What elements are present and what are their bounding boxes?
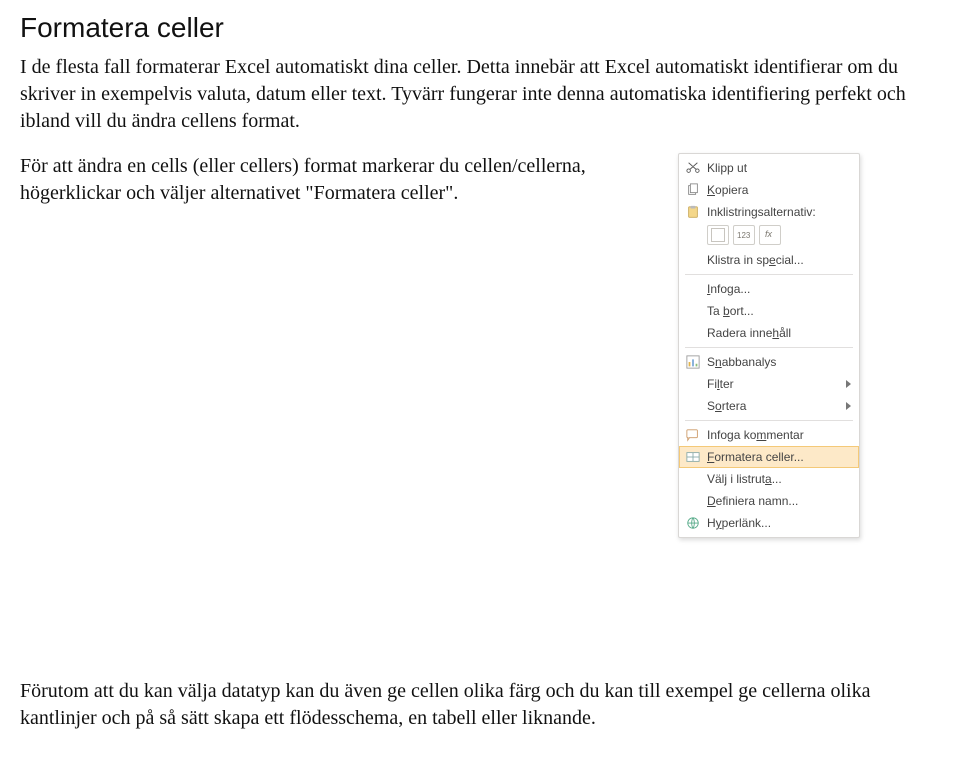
scissors-icon [685,160,701,176]
menu-label: Ta bort... [707,304,851,318]
menu-label: Sortera [707,399,836,413]
menu-label: Formatera celler... [707,450,851,464]
menu-item-pick-from-list[interactable]: Välj i listruta... [679,468,859,490]
menu-item-insert[interactable]: Infoga... [679,278,859,300]
clipboard-icon [685,204,701,220]
blank-icon [685,303,701,319]
quick-analysis-icon [685,354,701,370]
paste-option-all[interactable] [707,225,729,245]
menu-item-cut[interactable]: Klipp ut [679,157,859,179]
menu-label: Definiera namn... [707,494,851,508]
menu-item-hyperlink[interactable]: Hyperlänk... [679,512,859,534]
hyperlink-icon [685,515,701,531]
menu-label: Snabbanalys [707,355,851,369]
blank-icon [685,471,701,487]
menu-separator [685,420,853,421]
menu-separator [685,274,853,275]
paragraph-footer: Förutom att du kan välja datatyp kan du … [20,678,940,732]
blank-icon [685,281,701,297]
paste-option-formulas[interactable] [759,225,781,245]
paragraph-intro: I de flesta fall formaterar Excel automa… [20,54,940,135]
menu-label: Välj i listruta... [707,472,851,486]
menu-item-copy[interactable]: K/*noop*/opiera [679,179,859,201]
menu-label: Radera innehåll [707,326,851,340]
paste-option-values[interactable] [733,225,755,245]
blank-icon [685,493,701,509]
menu-label: Filter [707,377,836,391]
menu-item-format-cells[interactable]: Formatera celler... [679,446,859,468]
blank-icon [685,398,701,414]
submenu-arrow-icon [846,380,851,388]
menu-label: Infoga... [707,282,851,296]
comment-icon [685,427,701,443]
blank-icon [685,252,701,268]
menu-item-define-name[interactable]: Definiera namn... [679,490,859,512]
paragraph-howto: För att ändra en cells (eller cellers) f… [20,153,660,207]
menu-item-paste-special[interactable]: Klistra in special... [679,249,859,271]
blank-icon [685,325,701,341]
menu-label: Inklistringsalternativ: [707,205,851,219]
menu-label: Infoga kommentar [707,428,851,442]
paste-options-thumbnails [679,223,859,249]
copy-icon [685,182,701,198]
menu-separator [685,347,853,348]
page-title: Formatera celler [20,12,940,44]
context-menu: Klipp ut K/*noop*/opiera Inklistringsalt… [678,153,860,538]
menu-item-sort[interactable]: Sortera [679,395,859,417]
menu-label: Hyperlänk... [707,516,851,530]
menu-item-filter[interactable]: Filter [679,373,859,395]
menu-item-clear[interactable]: Radera innehåll [679,322,859,344]
menu-item-delete[interactable]: Ta bort... [679,300,859,322]
menu-item-paste-options[interactable]: Inklistringsalternativ: [679,201,859,223]
format-cells-icon [685,449,701,465]
menu-label: Klipp ut [707,161,851,175]
blank-icon [685,376,701,392]
menu-item-insert-comment[interactable]: Infoga kommentar [679,424,859,446]
menu-item-quick-analysis[interactable]: Snabbanalys [679,351,859,373]
submenu-arrow-icon [846,402,851,410]
menu-label: K/*noop*/opiera [707,183,851,197]
menu-label: Klistra in special... [707,253,851,267]
